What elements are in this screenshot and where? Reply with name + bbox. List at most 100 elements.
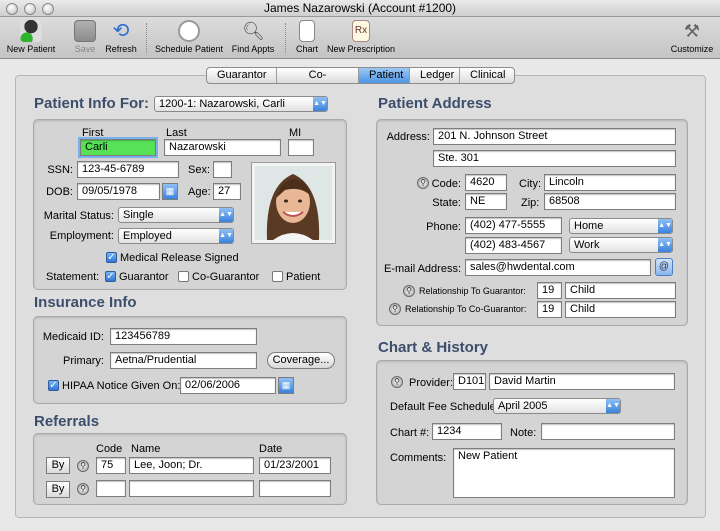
medical-release-checkbox[interactable]: ✓: [106, 252, 117, 263]
search-icon[interactable]: ⚲: [77, 483, 89, 495]
phone1-field[interactable]: (402) 477-5555: [465, 217, 562, 234]
customize-button[interactable]: ⚒ Customize: [668, 17, 716, 59]
provider-label: Provider:: [409, 377, 454, 389]
address-line1-field[interactable]: 201 N. Johnson Street: [433, 128, 676, 145]
send-email-button[interactable]: @: [655, 258, 673, 276]
note-field[interactable]: [541, 423, 675, 440]
zoom-window-button[interactable]: [42, 3, 54, 15]
mi-label: MI: [289, 127, 302, 139]
ssn-field[interactable]: 123-45-6789: [77, 161, 179, 178]
zip-label: Zip:: [521, 197, 540, 209]
dob-calendar-button[interactable]: ▦: [162, 183, 178, 200]
save-button[interactable]: Save: [68, 17, 102, 59]
tools-icon: ⚒: [683, 21, 701, 41]
new-prescription-button[interactable]: Rx New Prescription: [325, 17, 397, 59]
age-field[interactable]: 27: [213, 183, 241, 200]
statement-guarantor-checkbox[interactable]: ✓: [105, 271, 116, 282]
city-field[interactable]: Lincoln: [544, 174, 676, 191]
patient-photo-image: [255, 166, 332, 240]
phone2-type-select[interactable]: Work ▲▼: [569, 237, 673, 253]
patient-photo[interactable]: [251, 162, 336, 244]
address-line2-field[interactable]: Ste. 301: [433, 150, 676, 167]
refresh-button[interactable]: ⟲ Refresh: [103, 17, 139, 59]
tab-patient[interactable]: Patient: [359, 68, 410, 83]
referral-name-header: Name: [131, 443, 161, 455]
zip-field[interactable]: 68508: [544, 193, 676, 210]
referral-by-button[interactable]: By: [46, 481, 70, 498]
tab-ledger[interactable]: Ledger: [410, 68, 460, 83]
email-icon: @: [658, 261, 670, 272]
first-name-field[interactable]: Carli: [78, 137, 158, 158]
state-field[interactable]: NE: [465, 193, 507, 210]
tab-co-guarantor[interactable]: Co-Guarantor: [277, 68, 359, 83]
dob-label: DOB:: [46, 186, 73, 198]
phone-label: Phone:: [426, 221, 461, 233]
referral-name-field[interactable]: [129, 480, 254, 497]
search-icon[interactable]: ⚲: [77, 460, 89, 472]
referral-date-field[interactable]: [259, 480, 331, 497]
toolbar-separator: [285, 23, 286, 53]
referral-code-field[interactable]: [96, 480, 126, 497]
fee-schedule-select[interactable]: April 2005 ▲▼: [493, 398, 621, 414]
search-icon[interactable]: ⚲: [391, 376, 403, 388]
hipaa-date-field[interactable]: 02/06/2006: [180, 377, 276, 394]
medicaid-field[interactable]: 123456789: [110, 328, 257, 345]
search-icon[interactable]: ⚲: [389, 303, 401, 315]
schedule-patient-button[interactable]: Schedule Patient: [153, 17, 225, 59]
comments-field[interactable]: New Patient: [453, 448, 675, 498]
relationship-co-guarantor-code-field[interactable]: 19: [537, 301, 562, 318]
patient-selector[interactable]: 1200-1: Nazarowski, Carli ▲▼: [154, 96, 328, 112]
employment-label: Employment:: [49, 230, 114, 242]
relationship-guarantor-code-field[interactable]: 19: [537, 282, 562, 299]
popup-arrow-icon: ▲▼: [313, 97, 327, 111]
chart-number-field[interactable]: 1234: [432, 423, 502, 440]
provider-code-field[interactable]: D101: [453, 373, 486, 390]
dob-field[interactable]: 09/05/1978: [77, 183, 160, 200]
phone2-field[interactable]: (402) 483-4567: [465, 237, 562, 254]
hipaa-calendar-button[interactable]: ▦: [278, 377, 294, 394]
email-label: E-mail Address:: [383, 263, 461, 275]
referral-date-header: Date: [259, 443, 283, 455]
coverage-button[interactable]: Coverage...: [267, 352, 335, 369]
close-window-button[interactable]: [6, 3, 18, 15]
tab-guarantor[interactable]: Guarantor: [207, 68, 277, 83]
patient-address-heading: Patient Address: [378, 95, 492, 112]
hipaa-checkbox[interactable]: ✓: [48, 380, 59, 391]
last-name-field[interactable]: Nazarowski: [164, 139, 281, 156]
marital-status-select[interactable]: Single ▲▼: [118, 207, 234, 223]
popup-arrow-icon: ▲▼: [658, 238, 672, 252]
primary-insurance-field[interactable]: Aetna/Prudential: [110, 352, 257, 369]
statement-patient-label: Patient: [286, 271, 321, 283]
employment-select[interactable]: Employed ▲▼: [118, 228, 234, 244]
find-appts-button[interactable]: 🔍︎ Find Appts: [229, 17, 277, 59]
sex-field[interactable]: [213, 161, 232, 178]
statement-patient-checkbox[interactable]: [272, 271, 283, 282]
medical-release-label: Medical Release Signed: [120, 252, 239, 264]
referral-code-field[interactable]: 75: [96, 457, 126, 474]
tab-clinical[interactable]: Clinical: [460, 68, 514, 83]
mi-field[interactable]: [288, 139, 314, 156]
toolbar-separator: [146, 23, 147, 53]
statement-co-guarantor-label: Co-Guarantor: [192, 271, 260, 283]
statement-co-guarantor-checkbox[interactable]: [178, 271, 189, 282]
relationship-co-guarantor-field[interactable]: Child: [565, 301, 676, 318]
minimize-window-button[interactable]: [24, 3, 36, 15]
relationship-guarantor-field[interactable]: Child: [565, 282, 676, 299]
referral-code-header: Code: [96, 443, 123, 455]
referral-name-field[interactable]: Lee, Joon; Dr.: [129, 457, 254, 474]
search-icon[interactable]: ⚲: [403, 285, 415, 297]
referral-by-button[interactable]: By: [46, 457, 70, 474]
insurance-heading: Insurance Info: [34, 294, 137, 311]
chart-button[interactable]: Chart: [292, 17, 322, 59]
provider-name-field[interactable]: David Martin: [489, 373, 675, 390]
popup-arrow-icon: ▲▼: [606, 399, 620, 413]
email-field[interactable]: sales@hwdental.com: [465, 259, 651, 276]
referral-date-field[interactable]: 01/23/2001: [259, 457, 331, 474]
statement-guarantor-label: Guarantor: [119, 271, 169, 283]
phone1-type-select[interactable]: Home ▲▼: [569, 218, 673, 234]
popup-arrow-icon: ▲▼: [658, 219, 672, 233]
sex-label: Sex:: [188, 164, 211, 176]
zip-code-field[interactable]: 4620: [465, 174, 507, 191]
new-patient-icon: [20, 20, 42, 42]
new-patient-button[interactable]: New Patient: [2, 17, 60, 59]
